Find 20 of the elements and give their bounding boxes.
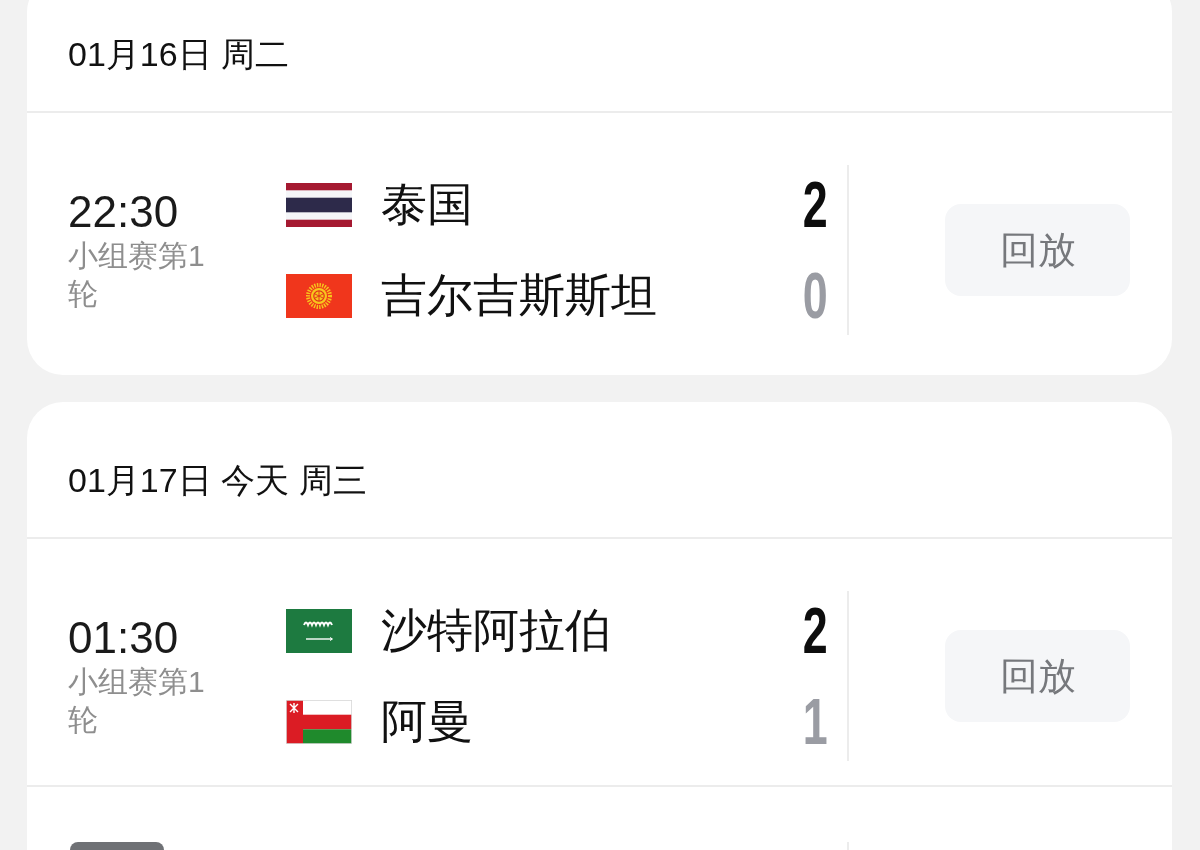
replay-button[interactable]: 回放 (945, 204, 1130, 296)
flag-icon (286, 699, 352, 744)
team-score: 1 (803, 689, 828, 754)
round-label: 小组赛第1轮 (68, 238, 206, 312)
match-time: 01:30 (68, 613, 179, 663)
team-score: 0 (803, 263, 828, 328)
replay-button[interactable]: 回放 (945, 630, 1130, 722)
date-heading: 01月17日 今天 周三 (68, 459, 367, 501)
team-name: 沙特阿拉伯 (381, 602, 611, 658)
team-name: 阿曼 (381, 693, 473, 749)
team-name: 泰国 (381, 176, 473, 232)
match-time: 22:30 (68, 187, 179, 237)
flag-icon (286, 273, 352, 318)
date-heading: 01月16日 周二 (68, 33, 290, 75)
team-score: 2 (803, 598, 828, 663)
round-label: 小组赛第1轮 (68, 664, 206, 738)
team-name: 吉尔吉斯斯坦 (381, 267, 657, 323)
flag-icon (286, 182, 352, 227)
team-score: 2 (803, 172, 828, 237)
flag-icon (286, 608, 352, 653)
